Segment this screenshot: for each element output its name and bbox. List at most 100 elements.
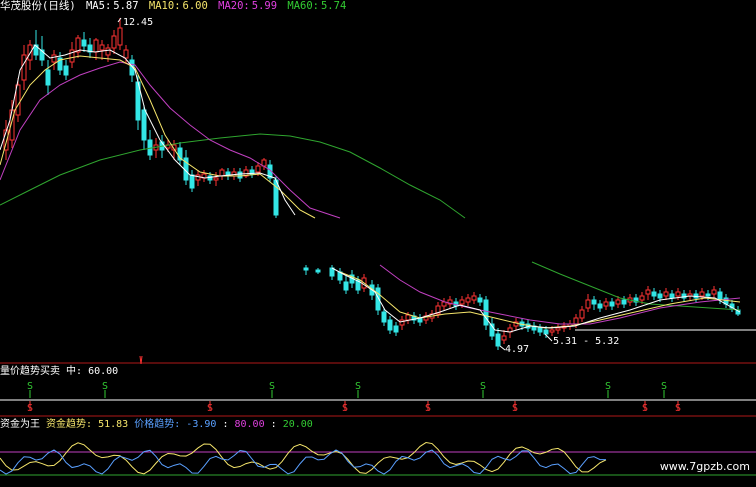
candle-body [603,301,609,307]
candlestick [63,60,69,80]
candle-body [621,299,627,305]
candlestick [633,294,639,306]
candlestick [465,294,471,306]
candlestick [99,40,105,60]
candle-body [465,297,471,303]
candlestick [597,300,603,312]
candle-body [645,289,651,295]
ma10-value: 6.00 [182,0,208,12]
candle-body [495,333,501,347]
indicator1-header: 量价趋势买卖 中: 60.00 [0,366,118,378]
candlestick [471,292,477,304]
candle-body [591,299,597,305]
candlestick [483,296,489,330]
candlestick [219,168,225,180]
candlestick [567,320,573,330]
ma20-label: MA20: [218,0,250,12]
candlestick [303,265,309,275]
candlestick [645,286,651,300]
candlestick [213,172,219,186]
watermark: www.7gpzb.com [659,460,750,473]
low-price-label: 4.97 [505,344,530,355]
candle-body [399,319,405,326]
candlestick [117,18,123,50]
candle-body [219,169,225,177]
price-trend-line [0,449,607,475]
candlestick [111,30,117,54]
candle-body [615,299,621,305]
ma20-line [0,61,341,219]
candlestick [21,45,27,90]
ma5-value: 5.87 [113,0,139,12]
candlestick [195,170,201,186]
candlestick [495,328,501,350]
candlestick [477,294,483,306]
indicator1-title: 量价趋势买卖 [0,366,60,377]
separator: : [270,419,277,430]
stock-title: 华茂股份(日线) [0,0,76,12]
candlestick [225,168,231,180]
chart-stage[interactable]: SSSSSSSSSSSSSS [0,0,756,487]
candlestick [399,316,405,330]
candle-body [303,267,309,271]
candlestick [441,298,447,310]
candlestick [579,306,585,322]
candlestick [603,298,609,310]
candle-body [387,319,393,331]
candlestick [501,330,507,344]
candlestick [411,312,417,324]
ma60-label: MA60: [287,0,319,12]
candlestick [189,170,195,192]
candlestick [681,290,687,302]
ma60-value: 5.74 [320,0,347,12]
candle-body [585,299,591,309]
candle-body [195,174,201,181]
candlestick [177,142,183,165]
level1-value: 80.00 [234,419,265,430]
candlestick [555,324,561,334]
candle-body [549,329,555,333]
candle-body [123,49,129,59]
candle-body [111,35,117,49]
candlestick [591,296,597,310]
indicator1-mid-label: 中: [66,366,83,377]
candle-body [237,171,243,179]
candle-body [343,281,349,291]
candlestick [93,38,99,60]
candlestick [729,300,735,312]
candlestick [585,294,591,312]
candlestick [417,314,423,326]
candle-body [663,291,669,297]
candle-body [573,317,579,325]
candlestick [249,166,255,178]
candle-body [483,299,489,326]
fund-trend-line [0,442,607,475]
indicator2-header: 资金为王 资金趋势: 51.83 价格趋势: -3.90 : 80.00 : 2… [0,419,313,431]
candle-body [705,293,711,297]
candle-body [501,335,507,341]
candlestick [489,318,495,340]
candle-body [555,327,561,331]
candlestick [201,170,207,182]
candlestick [669,290,675,302]
candle-body [93,39,99,53]
candlestick [651,288,657,300]
candle-body [255,165,261,173]
candle-body [657,293,663,299]
fund-trend-label: 资金趋势: [46,419,93,430]
candle-body [459,299,465,305]
price-trend-label: 价格趋势: [134,419,181,430]
candle-body [675,291,681,297]
candle-body [63,65,69,76]
candle-body [21,54,27,81]
candle-body [393,325,399,333]
high-price-label: 12.45 [123,17,154,28]
fund-trend-value: 51.83 [98,419,129,430]
signal-markers: SSSSSSSSSSSSSS [27,381,681,414]
candlestick [183,150,189,185]
candle-body [117,27,123,46]
candle-body [477,297,483,303]
candlestick [153,138,159,158]
candle-body [579,309,585,319]
chart-header: 华茂股份(日线) MA5: 5.87 MA10: 6.00 MA20: 5.99 MA… [0,0,350,13]
